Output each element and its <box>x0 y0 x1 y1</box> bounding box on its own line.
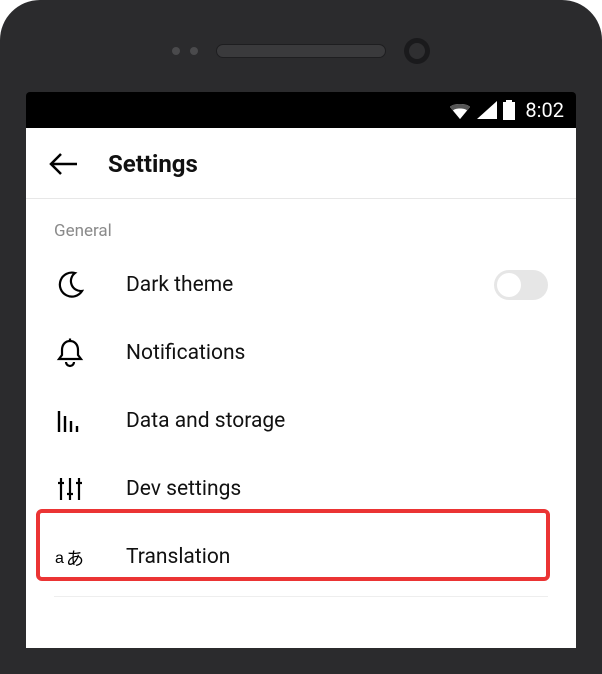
moon-icon <box>54 271 86 299</box>
status-time: 8:02 <box>525 98 564 122</box>
cellular-icon <box>477 101 497 119</box>
row-dark-theme-label: Dark theme <box>126 273 454 297</box>
bell-icon <box>54 338 86 368</box>
translate-icon: a あ <box>54 544 86 570</box>
front-camera <box>404 38 430 64</box>
row-data-storage[interactable]: Data and storage <box>26 387 576 455</box>
row-dev-settings[interactable]: Dev settings <box>26 455 576 523</box>
arrow-left-icon <box>49 151 79 177</box>
screen: 8:02 Settings General <box>26 92 576 648</box>
status-bar: 8:02 <box>26 92 576 128</box>
led-dots <box>172 47 198 55</box>
title-bar: Settings <box>26 128 576 199</box>
row-translation-label: Translation <box>126 545 548 569</box>
phone-frame: 8:02 Settings General <box>0 0 602 674</box>
row-dev-settings-label: Dev settings <box>126 477 548 501</box>
svg-text:a: a <box>55 550 64 567</box>
phone-top-hardware <box>26 26 576 76</box>
svg-text:あ: あ <box>66 549 84 569</box>
dark-theme-toggle[interactable] <box>494 270 548 300</box>
back-button[interactable] <box>48 148 80 180</box>
bars-icon <box>54 408 86 434</box>
battery-icon <box>503 100 515 120</box>
row-notifications[interactable]: Notifications <box>26 319 576 387</box>
row-dark-theme[interactable]: Dark theme <box>26 251 576 319</box>
sliders-icon <box>54 476 86 502</box>
row-data-storage-label: Data and storage <box>126 409 548 433</box>
divider <box>54 596 548 597</box>
row-translation[interactable]: a あ Translation <box>26 523 576 591</box>
speaker-grille <box>216 44 386 58</box>
settings-content: General Dark theme <box>26 199 576 591</box>
page-title: Settings <box>108 150 198 178</box>
wifi-icon <box>449 101 471 119</box>
settings-app: Settings General Dark theme <box>26 128 576 648</box>
section-general-header: General <box>26 221 576 251</box>
row-notifications-label: Notifications <box>126 341 548 365</box>
